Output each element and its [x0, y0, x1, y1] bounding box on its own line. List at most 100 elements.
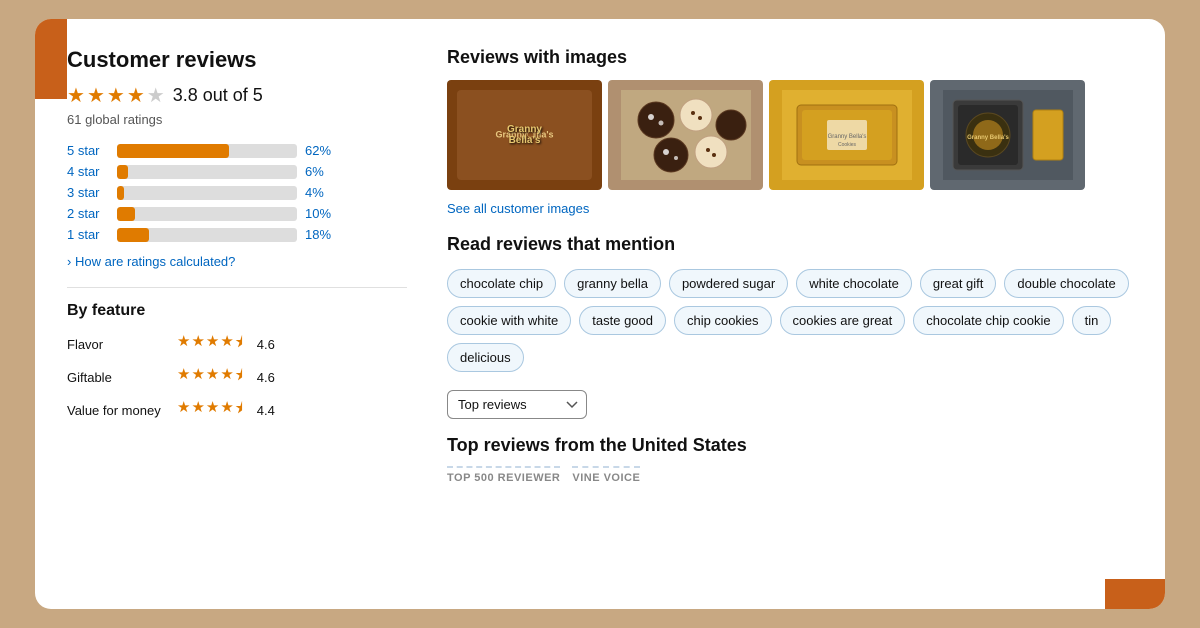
feature-star-2: ★ — [191, 332, 204, 357]
feature-star-4: ★ — [220, 365, 233, 390]
star-5: ★ — [147, 83, 165, 108]
bar-background — [117, 228, 297, 242]
review-tag[interactable]: chocolate chip cookie — [913, 306, 1063, 335]
review-tag[interactable]: great gift — [920, 269, 997, 298]
bar-background — [117, 165, 297, 179]
bar-label[interactable]: 1 star — [67, 227, 109, 242]
tags-container: chocolate chip granny bella powdered sugar… — [447, 269, 1133, 372]
feature-star-4: ★ — [220, 398, 233, 423]
review-tag[interactable]: cookies are great — [780, 306, 906, 335]
star-3: ★ — [107, 83, 125, 108]
bar-fill — [117, 186, 124, 200]
feature-star-3: ★ — [206, 332, 219, 357]
svg-text:Granny Bella's: Granny Bella's — [827, 134, 866, 140]
bar-percent[interactable]: 10% — [305, 206, 341, 221]
star-4: ★ — [127, 83, 145, 108]
review-tag[interactable]: granny bella — [564, 269, 661, 298]
sort-select[interactable]: Top reviews Most recent — [447, 390, 587, 419]
bar-label[interactable]: 3 star — [67, 185, 109, 200]
review-image-4[interactable]: Granny Bella's — [930, 80, 1085, 190]
feature-stars: ★★★★⯨ — [177, 398, 243, 423]
vine-voice-badge: VINE VOICE — [572, 466, 640, 484]
feature-star-1: ★ — [177, 398, 190, 423]
feature-star-3: ★ — [206, 398, 219, 423]
thumb-1-label: GrannyBella's — [447, 80, 602, 190]
review-image-2[interactable] — [608, 80, 763, 190]
feature-star-2: ★ — [191, 398, 204, 423]
review-tag[interactable]: powdered sugar — [669, 269, 788, 298]
rating-bar-row: 4 star 6% — [67, 164, 407, 179]
review-tag[interactable]: taste good — [579, 306, 666, 335]
rating-bar-row: 1 star 18% — [67, 227, 407, 242]
top500-badge: TOP 500 REVIEWER — [447, 466, 560, 484]
bar-label[interactable]: 4 star — [67, 164, 109, 179]
feature-name: Giftable — [67, 370, 167, 385]
bar-fill — [117, 228, 149, 242]
reviewer-badges: TOP 500 REVIEWER VINE VOICE — [447, 466, 1133, 484]
bar-fill — [117, 165, 128, 179]
feature-stars: ★★★★⯨ — [177, 365, 243, 390]
features-list: Flavor★★★★⯨4.6Giftable★★★★⯨4.6Value for … — [67, 332, 407, 423]
top-reviews-title: Top reviews from the United States — [447, 435, 1133, 456]
cookies-svg — [621, 90, 751, 180]
bar-label[interactable]: 2 star — [67, 206, 109, 221]
right-panel: Reviews with images GrannyBella's — [447, 47, 1133, 589]
rating-bar-row: 3 star 4% — [67, 185, 407, 200]
overall-stars: ★ ★ ★ ★ ★ — [67, 83, 165, 108]
star-2: ★ — [87, 83, 105, 108]
how-calculated-link[interactable]: › How are ratings calculated? — [67, 254, 407, 269]
bar-fill — [117, 207, 135, 221]
bar-percent[interactable]: 4% — [305, 185, 341, 200]
overall-rating-row: ★ ★ ★ ★ ★ 3.8 out of 5 — [67, 83, 407, 108]
divider-1 — [67, 287, 407, 288]
feature-star-1: ★ — [177, 332, 190, 357]
feature-row: Giftable★★★★⯨4.6 — [67, 365, 407, 390]
image-thumbs-row: GrannyBella's — [447, 80, 1133, 190]
feature-rating-value: 4.4 — [257, 403, 275, 418]
svg-text:Granny Bella's: Granny Bella's — [967, 135, 1009, 141]
review-tag[interactable]: double chocolate — [1004, 269, 1128, 298]
left-panel: Customer reviews ★ ★ ★ ★ ★ 3.8 out of 5 … — [67, 47, 407, 589]
main-card: Customer reviews ★ ★ ★ ★ ★ 3.8 out of 5 … — [35, 19, 1165, 609]
corner-decoration-br — [1105, 579, 1165, 609]
feature-star-5: ⯨ — [235, 365, 243, 390]
yellow-tin-svg: Granny Bella's Cookies — [782, 90, 912, 180]
corner-decoration-tl — [35, 19, 67, 99]
feature-star-3: ★ — [206, 365, 219, 390]
bar-background — [117, 186, 297, 200]
bar-percent[interactable]: 62% — [305, 143, 341, 158]
review-tag[interactable]: cookie with white — [447, 306, 571, 335]
feature-rating-value: 4.6 — [257, 370, 275, 385]
feature-star-4: ★ — [220, 332, 233, 357]
review-tag[interactable]: white chocolate — [796, 269, 912, 298]
customer-reviews-title: Customer reviews — [67, 47, 407, 73]
review-tag[interactable]: chip cookies — [674, 306, 772, 335]
feature-star-2: ★ — [191, 365, 204, 390]
review-tag[interactable]: tin — [1072, 306, 1112, 335]
rating-bar-row: 2 star 10% — [67, 206, 407, 221]
dark-tin-svg: Granny Bella's — [943, 90, 1073, 180]
bar-percent[interactable]: 6% — [305, 164, 341, 179]
rating-bar-row: 5 star 62% — [67, 143, 407, 158]
feature-name: Flavor — [67, 337, 167, 352]
bar-background — [117, 144, 297, 158]
review-tag[interactable]: chocolate chip — [447, 269, 556, 298]
feature-star-1: ★ — [177, 365, 190, 390]
see-all-images-link[interactable]: See all customer images — [447, 201, 589, 216]
bar-fill — [117, 144, 229, 158]
review-image-1[interactable]: GrannyBella's — [447, 80, 602, 190]
feature-star-5: ⯨ — [235, 332, 243, 357]
review-tag[interactable]: delicious — [447, 343, 524, 372]
read-reviews-title: Read reviews that mention — [447, 234, 1133, 255]
global-ratings: 61 global ratings — [67, 112, 407, 127]
rating-bars: 5 star 62% 4 star 6% 3 star 4% 2 star 10% 1 star… — [67, 143, 407, 242]
reviews-images-title: Reviews with images — [447, 47, 1133, 68]
feature-stars: ★★★★⯨ — [177, 332, 243, 357]
feature-row: Value for money★★★★⯨4.4 — [67, 398, 407, 423]
bar-label[interactable]: 5 star — [67, 143, 109, 158]
rating-text: 3.8 out of 5 — [173, 85, 263, 106]
svg-text:Cookies: Cookies — [837, 142, 856, 148]
sort-dropdown: Top reviews Most recent — [447, 390, 1133, 419]
review-image-3[interactable]: Granny Bella's Cookies — [769, 80, 924, 190]
bar-percent[interactable]: 18% — [305, 227, 341, 242]
